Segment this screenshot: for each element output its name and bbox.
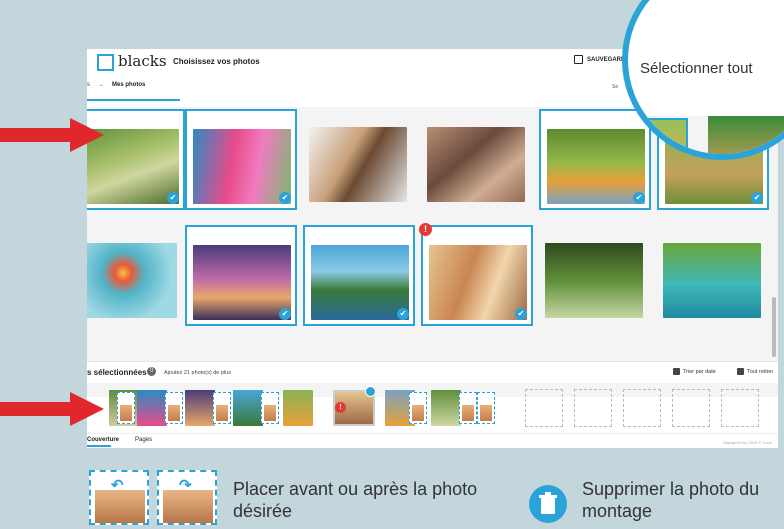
strip-thumb[interactable] [185, 390, 215, 426]
copyright: Blackprint Inc 2019 © Corel [723, 440, 772, 445]
photo-balloons [87, 243, 177, 318]
selected-count-badge: 0 [147, 367, 156, 376]
legend-place-icons: ↶ ↷ [89, 470, 219, 525]
strip-thumb[interactable] [283, 390, 313, 426]
legend-place-text: Placer avant ou après la photo désirée [233, 479, 478, 521]
breadcrumb-current: Mes photos [112, 82, 146, 88]
place-before-icon[interactable] [213, 392, 231, 424]
trash-icon [737, 368, 744, 375]
photo-tile[interactable] [303, 109, 415, 210]
place-after-icon[interactable] [165, 392, 183, 424]
logo-square-icon [97, 54, 114, 71]
photo-rainforest [545, 243, 643, 318]
strip-thumb[interactable] [431, 390, 461, 426]
check-icon[interactable]: ✔ [515, 308, 527, 320]
place-before-icon[interactable] [117, 392, 135, 424]
check-icon[interactable]: ✔ [751, 192, 763, 204]
photo-wedding-couple [309, 127, 407, 202]
tab-underline [87, 99, 180, 101]
place-after-icon[interactable] [459, 392, 477, 424]
scrollbar[interactable] [772, 297, 776, 357]
photo-temple-sunset [193, 245, 291, 320]
place-after-legend-icon: ↷ [157, 470, 217, 525]
photo-tile[interactable] [87, 225, 185, 326]
photo-tile[interactable] [421, 109, 533, 210]
selected-photos-strip: ! [87, 386, 778, 430]
strip-thumb[interactable] [233, 390, 263, 426]
strip-thumb[interactable] [137, 390, 167, 426]
check-icon[interactable]: ✔ [279, 192, 291, 204]
breadcrumb-arrow-icon: → [98, 82, 104, 88]
legend-delete-text: Supprimer la photo du montage [582, 479, 760, 521]
photo-colorful-street [193, 129, 291, 204]
add-more-text: Ajoutez 21 photo(s) de plus [164, 370, 231, 376]
place-before-icon[interactable] [477, 392, 495, 424]
selected-strip-header: s sélectionnées 0 Ajoutez 21 photo(s) de… [87, 361, 778, 383]
bottom-tabs: Couverture Pages [87, 433, 778, 448]
trash-legend-icon [529, 485, 567, 523]
save-icon [574, 55, 583, 64]
empty-slot[interactable] [721, 389, 759, 427]
empty-slot[interactable] [525, 389, 563, 427]
check-icon[interactable]: ✔ [279, 308, 291, 320]
photo-boat-lagoon [663, 243, 761, 318]
photo-tile[interactable]: ✔ [185, 109, 297, 210]
photo-lake-temple [311, 245, 409, 320]
photo-tile[interactable] [657, 225, 769, 326]
delete-photo-icon[interactable] [365, 386, 376, 397]
breadcrumb: s → Mes photos [87, 82, 145, 88]
legend-thumb [163, 490, 213, 523]
photo-tile[interactable]: ! ✔ [419, 223, 533, 326]
photo-family-smile [429, 245, 527, 320]
empty-slot[interactable] [623, 389, 661, 427]
legend-thumb [95, 490, 145, 523]
select-all-button[interactable]: Sélectionner tout [640, 60, 753, 77]
check-icon[interactable]: ✔ [633, 192, 645, 204]
remove-label: Tout retirer [747, 368, 774, 375]
active-tab-underline [87, 445, 111, 447]
photo-kiss-overhead [427, 127, 525, 202]
magnifier-photo-selected [628, 118, 688, 154]
calendar-icon [673, 368, 680, 375]
breadcrumb-prev[interactable]: s [87, 82, 90, 88]
sort-label: Trier par date [683, 368, 716, 375]
check-icon[interactable]: ✔ [397, 308, 409, 320]
place-before-icon[interactable] [409, 392, 427, 424]
page-title: Choisissez vos photos [173, 57, 260, 66]
tab-cover[interactable]: Couverture [87, 437, 119, 443]
red-arrow-icon [0, 118, 104, 152]
check-icon[interactable]: ✔ [167, 192, 179, 204]
place-before-legend-icon: ↶ [89, 470, 149, 525]
photo-tile[interactable]: ✔ [185, 225, 297, 326]
warning-badge: ! [419, 223, 432, 236]
place-after-icon[interactable] [261, 392, 279, 424]
select-all-link-partial[interactable]: Se [612, 84, 618, 90]
remove-all-button[interactable]: Tout retirer [737, 368, 773, 375]
empty-slot[interactable] [672, 389, 710, 427]
red-arrow-icon [0, 392, 104, 426]
tab-pages[interactable]: Pages [135, 437, 152, 443]
selected-title: s sélectionnées [87, 368, 147, 377]
sort-by-date-button[interactable]: Trier par date [673, 368, 716, 375]
magnifier-zoom: x ◯ Sélectionner tout [622, 0, 784, 160]
photo-tile[interactable] [539, 225, 651, 326]
logo-text: blacks [118, 52, 167, 70]
warning-badge: ! [335, 402, 346, 413]
empty-slot[interactable] [574, 389, 612, 427]
magnifier-photo [708, 116, 784, 154]
photo-tile[interactable]: ✔ [303, 225, 415, 326]
